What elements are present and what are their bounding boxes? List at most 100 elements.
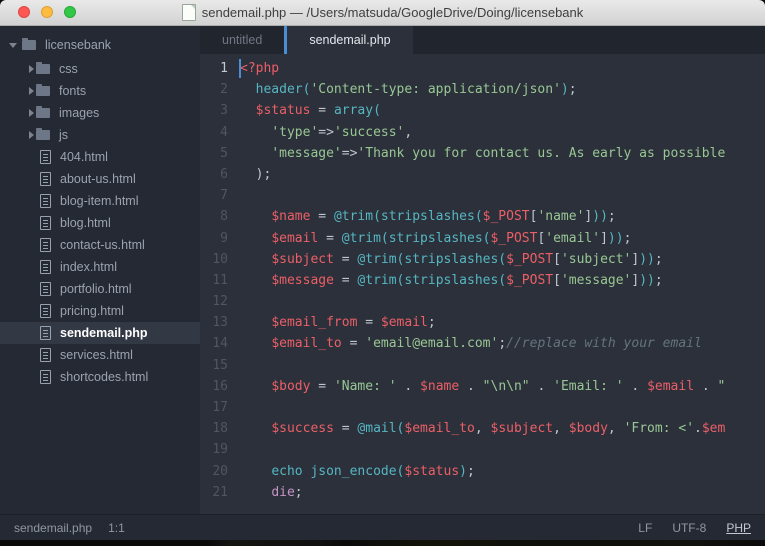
code-line-21[interactable]: 21 die; bbox=[200, 482, 765, 503]
line-number: 16 bbox=[200, 376, 240, 397]
tab-untitled[interactable]: untitled bbox=[200, 26, 284, 54]
line-number: 9 bbox=[200, 228, 240, 249]
folder-icon bbox=[22, 40, 36, 50]
editor-window: sendemail.php — /Users/matsuda/GoogleDri… bbox=[0, 0, 765, 540]
line-number: 5 bbox=[200, 143, 240, 164]
code-line-content: ); bbox=[240, 164, 765, 185]
code-line-16[interactable]: 16 $body = 'Name: ' . $name . "\n\n" . '… bbox=[200, 376, 765, 397]
file-icon bbox=[40, 150, 51, 164]
code-line-18[interactable]: 18 $success = @mail($email_to, $subject,… bbox=[200, 418, 765, 439]
code-line-9[interactable]: 9 $email = @trim(stripslashes($_POST['em… bbox=[200, 228, 765, 249]
sidebar-item-label: index.html bbox=[60, 260, 117, 274]
code-line-11[interactable]: 11 $message = @trim(stripslashes($_POST[… bbox=[200, 270, 765, 291]
sidebar-item-label: pricing.html bbox=[60, 304, 124, 318]
statusbar-filename: sendemail.php bbox=[14, 521, 92, 535]
code-line-content: $subject = @trim(stripslashes($_POST['su… bbox=[240, 249, 765, 270]
sidebar-item-label: services.html bbox=[60, 348, 133, 362]
code-line-content bbox=[240, 397, 765, 418]
chevron-right-icon[interactable] bbox=[26, 109, 36, 117]
sidebar-item-services-html[interactable]: services.html bbox=[0, 344, 200, 366]
code-editor[interactable]: 1<?php2 header('Content-type: applicatio… bbox=[200, 54, 765, 514]
sidebar-item-blog-item-html[interactable]: blog-item.html bbox=[0, 190, 200, 212]
code-line-content bbox=[240, 291, 765, 312]
statusbar-cursor-position: 1:1 bbox=[108, 521, 125, 535]
code-line-2[interactable]: 2 header('Content-type: application/json… bbox=[200, 79, 765, 100]
file-icon bbox=[40, 194, 51, 208]
sidebar-item-portfolio-html[interactable]: portfolio.html bbox=[0, 278, 200, 300]
statusbar-encoding[interactable]: UTF-8 bbox=[672, 521, 706, 535]
sidebar-item-css[interactable]: css bbox=[0, 58, 200, 80]
sidebar-item-about-us-html[interactable]: about-us.html bbox=[0, 168, 200, 190]
folder-icon bbox=[36, 64, 50, 74]
sidebar-item-licensebank[interactable]: licensebank bbox=[0, 32, 200, 58]
sidebar-item-404-html[interactable]: 404.html bbox=[0, 146, 200, 168]
line-number: 7 bbox=[200, 185, 240, 206]
text-cursor bbox=[239, 59, 241, 78]
line-number: 21 bbox=[200, 482, 240, 503]
sidebar-item-shortcodes-html[interactable]: shortcodes.html bbox=[0, 366, 200, 388]
chevron-down-icon[interactable] bbox=[8, 43, 18, 48]
code-line-13[interactable]: 13 $email_from = $email; bbox=[200, 312, 765, 333]
statusbar-syntax[interactable]: PHP bbox=[726, 521, 751, 535]
code-line-17[interactable]: 17 bbox=[200, 397, 765, 418]
code-line-content: $name = @trim(stripslashes($_POST['name'… bbox=[240, 206, 765, 227]
code-line-5[interactable]: 5 'message'=>'Thank you for contact us. … bbox=[200, 143, 765, 164]
tab-sendemail-php[interactable]: sendemail.php bbox=[287, 26, 412, 54]
line-number: 20 bbox=[200, 461, 240, 482]
folder-icon bbox=[36, 130, 50, 140]
minimize-button[interactable] bbox=[41, 6, 53, 18]
code-line-8[interactable]: 8 $name = @trim(stripslashes($_POST['nam… bbox=[200, 206, 765, 227]
code-line-content: $success = @mail($email_to, $subject, $b… bbox=[240, 418, 765, 439]
code-line-content: $status = array( bbox=[240, 100, 765, 121]
sidebar-item-fonts[interactable]: fonts bbox=[0, 80, 200, 102]
traffic-lights bbox=[18, 6, 76, 18]
code-line-content: echo json_encode($status); bbox=[240, 461, 765, 482]
titlebar[interactable]: sendemail.php — /Users/matsuda/GoogleDri… bbox=[0, 0, 765, 26]
code-line-12[interactable]: 12 bbox=[200, 291, 765, 312]
sidebar-item-label: blog.html bbox=[60, 216, 111, 230]
sidebar-item-label: js bbox=[59, 128, 68, 142]
code-line-20[interactable]: 20 echo json_encode($status); bbox=[200, 461, 765, 482]
sidebar-item-images[interactable]: images bbox=[0, 102, 200, 124]
statusbar-line-ending[interactable]: LF bbox=[638, 521, 652, 535]
code-line-content: $body = 'Name: ' . $name . "\n\n" . 'Ema… bbox=[240, 376, 765, 397]
close-button[interactable] bbox=[18, 6, 30, 18]
code-line-1[interactable]: 1<?php bbox=[200, 58, 765, 79]
code-line-19[interactable]: 19 bbox=[200, 439, 765, 460]
folder-icon bbox=[36, 108, 50, 118]
editor-column: untitledsendemail.php 1<?php2 header('Co… bbox=[200, 26, 765, 514]
file-icon bbox=[40, 172, 51, 186]
sidebar-item-pricing-html[interactable]: pricing.html bbox=[0, 300, 200, 322]
sidebar-item-blog-html[interactable]: blog.html bbox=[0, 212, 200, 234]
chevron-right-icon[interactable] bbox=[26, 65, 36, 73]
sidebar-file-tree[interactable]: licensebankcssfontsimages js 404.htmlabout… bbox=[0, 26, 200, 514]
code-line-10[interactable]: 10 $subject = @trim(stripslashes($_POST[… bbox=[200, 249, 765, 270]
code-line-14[interactable]: 14 $email_to = 'email@email.com';//repla… bbox=[200, 333, 765, 354]
line-number: 13 bbox=[200, 312, 240, 333]
line-number: 14 bbox=[200, 333, 240, 354]
chevron-right-icon[interactable] bbox=[26, 131, 36, 139]
code-line-content bbox=[240, 185, 765, 206]
file-icon bbox=[40, 238, 51, 252]
line-number: 18 bbox=[200, 418, 240, 439]
background-strip bbox=[0, 540, 765, 546]
folder-icon bbox=[36, 86, 50, 96]
code-line-content: die; bbox=[240, 482, 765, 503]
code-line-6[interactable]: 6 ); bbox=[200, 164, 765, 185]
code-line-4[interactable]: 4 'type'=>'success', bbox=[200, 122, 765, 143]
code-line-content bbox=[240, 439, 765, 460]
code-line-15[interactable]: 15 bbox=[200, 355, 765, 376]
code-line-3[interactable]: 3 $status = array( bbox=[200, 100, 765, 121]
chevron-right-icon[interactable] bbox=[26, 87, 36, 95]
sidebar-item-sendemail-php[interactable]: sendemail.php bbox=[0, 322, 200, 344]
zoom-button[interactable] bbox=[64, 6, 76, 18]
tab-bar[interactable]: untitledsendemail.php bbox=[200, 26, 765, 54]
line-number: 11 bbox=[200, 270, 240, 291]
sidebar-item-contact-us-html[interactable]: contact-us.html bbox=[0, 234, 200, 256]
sidebar-item-index-html[interactable]: index.html bbox=[0, 256, 200, 278]
code-line-content: 'type'=>'success', bbox=[240, 122, 765, 143]
sidebar-item-js[interactable]: js bbox=[0, 124, 200, 146]
sidebar-item-label: contact-us.html bbox=[60, 238, 145, 252]
code-line-7[interactable]: 7 bbox=[200, 185, 765, 206]
line-number: 12 bbox=[200, 291, 240, 312]
